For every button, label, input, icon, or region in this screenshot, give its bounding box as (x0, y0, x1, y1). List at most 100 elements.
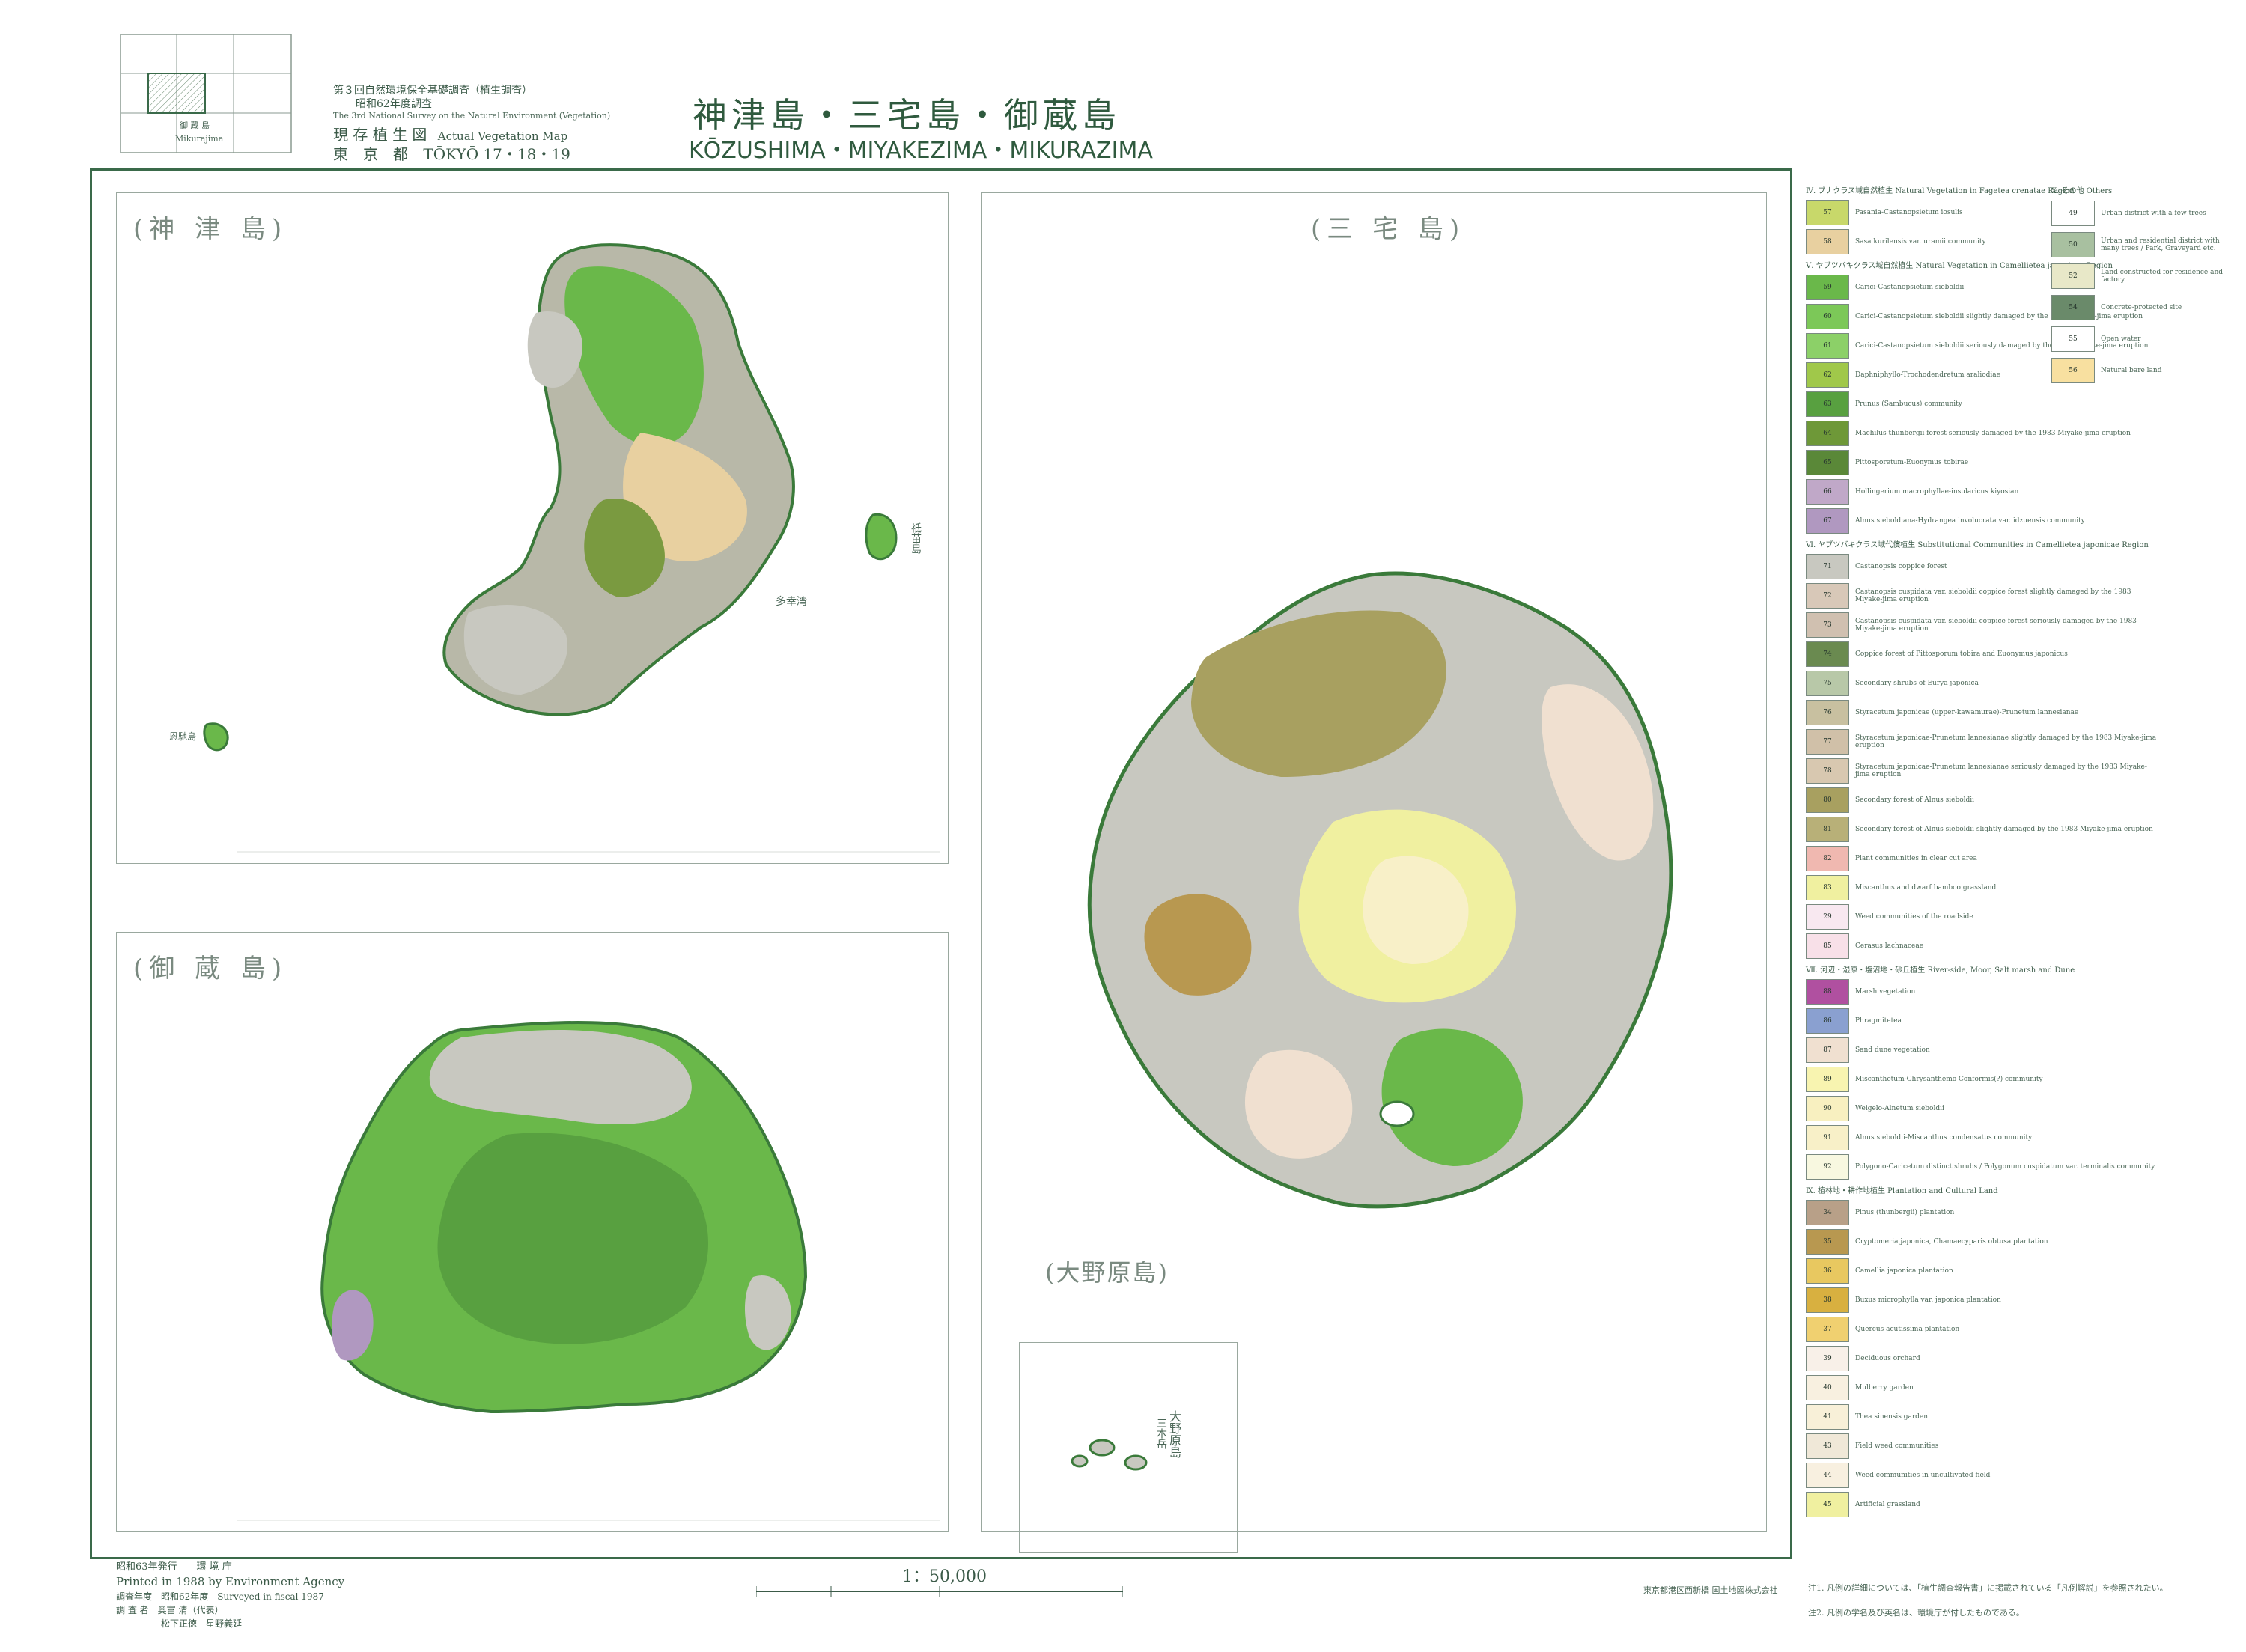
label-onohara: 大野原島 (1167, 1410, 1181, 1458)
onohara-map (1071, 1439, 1148, 1471)
onbase-islet (203, 722, 229, 752)
legend-item: 55 Open water (2051, 325, 2231, 353)
printer: 東京都港区西新橋 国土地図株式会社 (1643, 1585, 1778, 1595)
legend-label: Marsh vegetation (1855, 987, 1916, 996)
sheet-line: 東 京 都 TŌKYŌ 17・18・19 (333, 142, 570, 164)
legend-label: Buxus microphylla var. japonica plantati… (1855, 1296, 2001, 1304)
legend-label: Urban district with a few trees (2101, 210, 2206, 217)
legend-swatch: 64 (1806, 420, 1849, 446)
legend-label: Land constructed for residence and facto… (2101, 269, 2224, 284)
note-1: 注1. 凡例の詳細については、「植生調査報告書」に掲載されている「凡例解説」を参… (1808, 1583, 2168, 1593)
legend-item: 81 Secondary forest of Alnus sieboldii sl… (1806, 816, 2158, 842)
legend-label: Prunus (Sambucus) community (1855, 400, 1962, 408)
index-map: 御 蔵 島 Mikurajima (120, 34, 292, 153)
legend-section-title: Ⅵ. ヤブツバキクラス域代償植生 Substitutional Communit… (1806, 541, 2149, 549)
legend-others: Ⅹ. その他 Others 49 Urban district with a few… (2051, 180, 2231, 388)
legend-item: 39 Deciduous orchard (1806, 1345, 2158, 1371)
legend-item: 66 Hollingerium macrophyllae-insularicus … (1806, 478, 2158, 505)
legend-item: 34 Pinus (thunbergii) plantation (1806, 1199, 2158, 1225)
legend-item: 89 Miscanthetum-Chrysanthemo Conformis(?)… (1806, 1066, 2158, 1092)
legend-label: Miscanthetum-Chrysanthemo Conformis(?) c… (1855, 1075, 2043, 1083)
legend-label: Daphniphyllo-Trochodendretum araliodiae (1855, 371, 2000, 379)
legend-item: 41 Thea sinensis garden (1806, 1403, 2158, 1430)
kozushima-map (203, 243, 940, 853)
legend-item: 54 Concrete-protected site (2051, 293, 2231, 322)
legend-item: 76 Styracetum japonicae (upper-kawamurae)… (1806, 699, 2158, 725)
legend-item: 43 Field weed communities (1806, 1433, 2158, 1459)
legend-item: 29 Weed communities of the roadside (1806, 903, 2158, 930)
legend-swatch: 67 (1806, 508, 1849, 534)
legend-label: Natural bare land (2101, 367, 2162, 374)
legend-label: Field weed communities (1855, 1442, 1939, 1450)
legend-swatch: 62 (1806, 362, 1849, 388)
legend-swatch: 92 (1806, 1153, 1849, 1180)
legend-label: Deciduous orchard (1855, 1354, 1920, 1362)
legend-label: Castanopsis cuspidata var. sieboldii cop… (1855, 617, 2137, 633)
legend-item: 52 Land constructed for residence and fac… (2051, 262, 2231, 290)
legend-swatch: 57 (1806, 199, 1849, 225)
onohara-islet-3 (1124, 1454, 1148, 1471)
legend-label: Sand dune vegetation (1855, 1046, 1930, 1054)
legend-swatch: 91 (1806, 1124, 1849, 1150)
tairo-pond (1379, 1100, 1415, 1127)
legend-label: Secondary shrubs of Eurya japonica (1855, 679, 1979, 687)
footer-surveyor2: 松下正徳 星野義延 (161, 1618, 243, 1629)
legend-swatch: 88 (1806, 978, 1849, 1005)
legend-swatch: 76 (1806, 699, 1849, 725)
label-tanae: 祗苗島 (910, 522, 922, 554)
legend-swatch: 56 (2051, 358, 2095, 383)
legend-label: Polygono-Caricetum distinct shrubs / Pol… (1855, 1162, 2155, 1171)
legend-label: Weed communities in uncultivated field (1855, 1471, 1991, 1479)
legend-item: 88 Marsh vegetation (1806, 978, 2158, 1005)
legend-label: Alnus sieboldiana-Hydrangea involucrata … (1855, 516, 2085, 525)
legend-swatch: 41 (1806, 1403, 1849, 1430)
sheet-number: TŌKYŌ 17・18・19 (423, 145, 570, 163)
onohara-islet-1 (1089, 1439, 1116, 1457)
index-map-sublabel: Mikurajima (175, 134, 224, 144)
legend-label: Pittosporetum-Euonymus tobirae (1855, 458, 1969, 466)
legend-label: Concrete-protected site (2101, 304, 2182, 311)
legend-swatch: 82 (1806, 845, 1849, 871)
legend-item: 35 Cryptomeria japonica, Chamaecyparis ob… (1806, 1228, 2158, 1255)
legend-swatch: 36 (1806, 1258, 1849, 1284)
legend-item: 45 Artificial grassland (1806, 1491, 2158, 1517)
legend-item: 73 Castanopsis cuspidata var. sieboldii c… (1806, 612, 2158, 638)
panel-onohara: 大野原島 三本岳 (1019, 1342, 1238, 1553)
miyakezima-map (1087, 571, 1673, 1209)
legend-item: 49 Urban district with a few trees (2051, 199, 2231, 228)
footer-issued: 昭和63年発行 環 境 庁 (116, 1561, 232, 1573)
legend-item: 87 Sand dune vegetation (1806, 1037, 2158, 1063)
legend-item: 77 Styracetum japonicae-Prunetum lannesia… (1806, 728, 2158, 755)
map-kind-jp: 現 存 植 生 図 (333, 126, 427, 144)
legend-label: Weed communities of the roadside (1855, 912, 1973, 921)
panel-title-onohara: (大野原島) (1045, 1258, 1169, 1287)
legend-label: Quercus acutissima plantation (1855, 1325, 1960, 1333)
legend-swatch: 54 (2051, 295, 2095, 320)
legend-swatch: 85 (1806, 933, 1849, 959)
legend-item: 36 Camellia japonica plantation (1806, 1258, 2158, 1284)
legend-swatch: 81 (1806, 816, 1849, 842)
legend-swatch: 78 (1806, 758, 1849, 784)
legend-swatch: 58 (1806, 228, 1849, 254)
label-sanbondake: 三本岳 (1155, 1418, 1167, 1449)
legend-item: 67 Alnus sieboldiana-Hydrangea involucrat… (1806, 508, 2158, 534)
legend-item: 78 Styracetum japonicae-Prunetum lannesia… (1806, 758, 2158, 784)
legend-item: 80 Secondary forest of Alnus sieboldii (1806, 787, 2158, 813)
legend-item: 92 Polygono-Caricetum distinct shrubs / P… (1806, 1153, 2158, 1180)
legend-label: Hollingerium macrophyllae-insularicus ki… (1855, 487, 2019, 496)
legend-swatch: 73 (1806, 612, 1849, 638)
legend-label: Secondary forest of Alnus sieboldii slig… (1855, 825, 2153, 833)
legend-swatch: 55 (2051, 326, 2095, 352)
panel-kozushima: (神 津 島) 祗苗島 多幸湾 恩馳島 (116, 192, 949, 864)
legend-label: Machilus thunbergii forest seriously dam… (1855, 429, 2131, 437)
legend-label: Urban and residential district with many… (2101, 237, 2220, 252)
legend-swatch: 49 (2051, 201, 2095, 226)
onohara-islet-2 (1071, 1454, 1089, 1468)
legend-item: 71 Castanopsis coppice forest (1806, 553, 2158, 579)
legend-swatch: 43 (1806, 1433, 1849, 1459)
legend-item: 74 Coppice forest of Pittosporum tobira a… (1806, 641, 2158, 667)
legend-swatch: 35 (1806, 1228, 1849, 1255)
legend-label: Open water (2101, 335, 2141, 343)
legend-label: Cerasus lachnaceae (1855, 942, 1924, 950)
legend-item: 38 Buxus microphylla var. japonica planta… (1806, 1287, 2158, 1313)
